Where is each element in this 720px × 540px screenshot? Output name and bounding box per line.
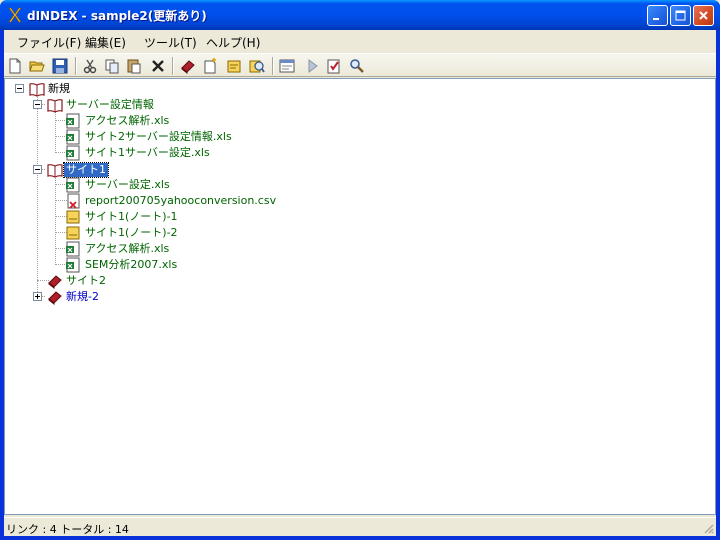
menu-edit[interactable]: 編集(E)	[85, 34, 126, 51]
open-book-icon	[47, 99, 63, 113]
minimize-icon	[653, 18, 659, 20]
new-item-icon[interactable]	[202, 58, 218, 74]
menu-help[interactable]: ヘルプ(H)	[206, 34, 260, 51]
minimize-button[interactable]	[647, 5, 668, 26]
tree-node-file[interactable]: アクセス解析.xls	[83, 242, 171, 256]
title-bar[interactable]: dINDEX - sample2(更新あり)	[0, 0, 720, 30]
copy-icon[interactable]	[104, 58, 120, 74]
tree-expander[interactable]	[33, 292, 42, 301]
note-icon	[66, 210, 80, 224]
tree-line	[55, 174, 56, 265]
excel-file-icon	[66, 129, 80, 145]
tree-expander[interactable]	[33, 100, 42, 109]
tree-node-file[interactable]: サイト2サーバー設定情報.xls	[83, 130, 234, 144]
open-book-icon	[29, 83, 45, 97]
closed-book-icon	[48, 291, 62, 305]
resize-grip-icon[interactable]	[702, 522, 714, 534]
csv-file-icon	[67, 193, 80, 209]
tree-node-file[interactable]: SEM分析2007.xls	[83, 258, 179, 272]
book-icon[interactable]	[180, 58, 196, 74]
delete-icon[interactable]	[150, 58, 166, 74]
window-title: dINDEX - sample2(更新あり)	[27, 9, 207, 23]
open-folder-icon[interactable]	[29, 58, 45, 74]
paste-icon[interactable]	[126, 58, 142, 74]
open-book-icon	[47, 164, 63, 178]
excel-file-icon	[66, 113, 80, 129]
client-area: ファイル(F) 編集(E) ツール(T) ヘルプ(H) 新規 サーバー設定情報 …	[4, 30, 716, 536]
tree-node-note[interactable]: サイト1(ノート)-2	[83, 226, 180, 240]
excel-file-icon	[66, 241, 80, 257]
maximize-icon	[675, 10, 686, 21]
save-icon[interactable]	[52, 58, 68, 74]
tree-node-group[interactable]: サーバー設定情報	[64, 98, 156, 112]
tree-node-file[interactable]: アクセス解析.xls	[83, 114, 171, 128]
tree-line	[55, 109, 56, 153]
menu-bar: ファイル(F) 編集(E) ツール(T) ヘルプ(H)	[4, 30, 716, 52]
status-bar: リンク : 4 トータル : 14	[4, 517, 716, 536]
tree-node-file[interactable]: report200705yahooconversion.csv	[83, 194, 278, 208]
close-button[interactable]	[693, 5, 714, 26]
app-window: dINDEX - sample2(更新あり) ファイル(F) 編集(E) ツール…	[0, 0, 720, 540]
menu-file[interactable]: ファイル(F)	[17, 34, 81, 51]
new-file-icon[interactable]	[7, 58, 23, 74]
tree-node-link-group[interactable]: 新規-2	[64, 290, 101, 304]
note-icon[interactable]	[226, 58, 242, 74]
tree-node-file[interactable]: サーバー設定.xls	[83, 178, 172, 192]
tree-expander[interactable]	[33, 165, 42, 174]
find-link-icon[interactable]	[249, 58, 265, 74]
tree-line	[37, 94, 38, 296]
tree-node-group[interactable]: サイト2	[64, 274, 108, 288]
tree-node-group-selected[interactable]: サイト1	[63, 162, 109, 178]
excel-file-icon	[66, 257, 80, 273]
maximize-button[interactable]	[670, 5, 691, 26]
tree-node-note[interactable]: サイト1(ノート)-1	[83, 210, 180, 224]
excel-file-icon	[66, 145, 80, 161]
app-logo-icon	[8, 7, 22, 23]
cut-icon[interactable]	[82, 58, 98, 74]
view-icon[interactable]	[279, 58, 295, 74]
excel-file-icon	[66, 177, 80, 193]
status-text: リンク : 4 トータル : 14	[6, 523, 129, 536]
note-icon	[66, 226, 80, 240]
closed-book-icon	[48, 275, 62, 289]
toolbar-separator	[75, 57, 77, 75]
toolbar-separator	[172, 57, 174, 75]
check-icon[interactable]	[326, 58, 342, 74]
close-icon	[699, 11, 708, 20]
tree-node-root[interactable]: 新規	[46, 82, 72, 96]
tree-view[interactable]: 新規 サーバー設定情報 アクセス解析.xls サイト2サーバー設定情報.xls …	[4, 78, 716, 515]
tree-node-file[interactable]: サイト1サーバー設定.xls	[83, 146, 212, 160]
toolbar	[4, 53, 716, 77]
run-icon[interactable]	[304, 58, 320, 74]
tree-expander[interactable]	[15, 84, 24, 93]
toolbar-separator	[272, 57, 274, 75]
menu-tools[interactable]: ツール(T)	[144, 34, 197, 51]
search-icon[interactable]	[349, 58, 365, 74]
